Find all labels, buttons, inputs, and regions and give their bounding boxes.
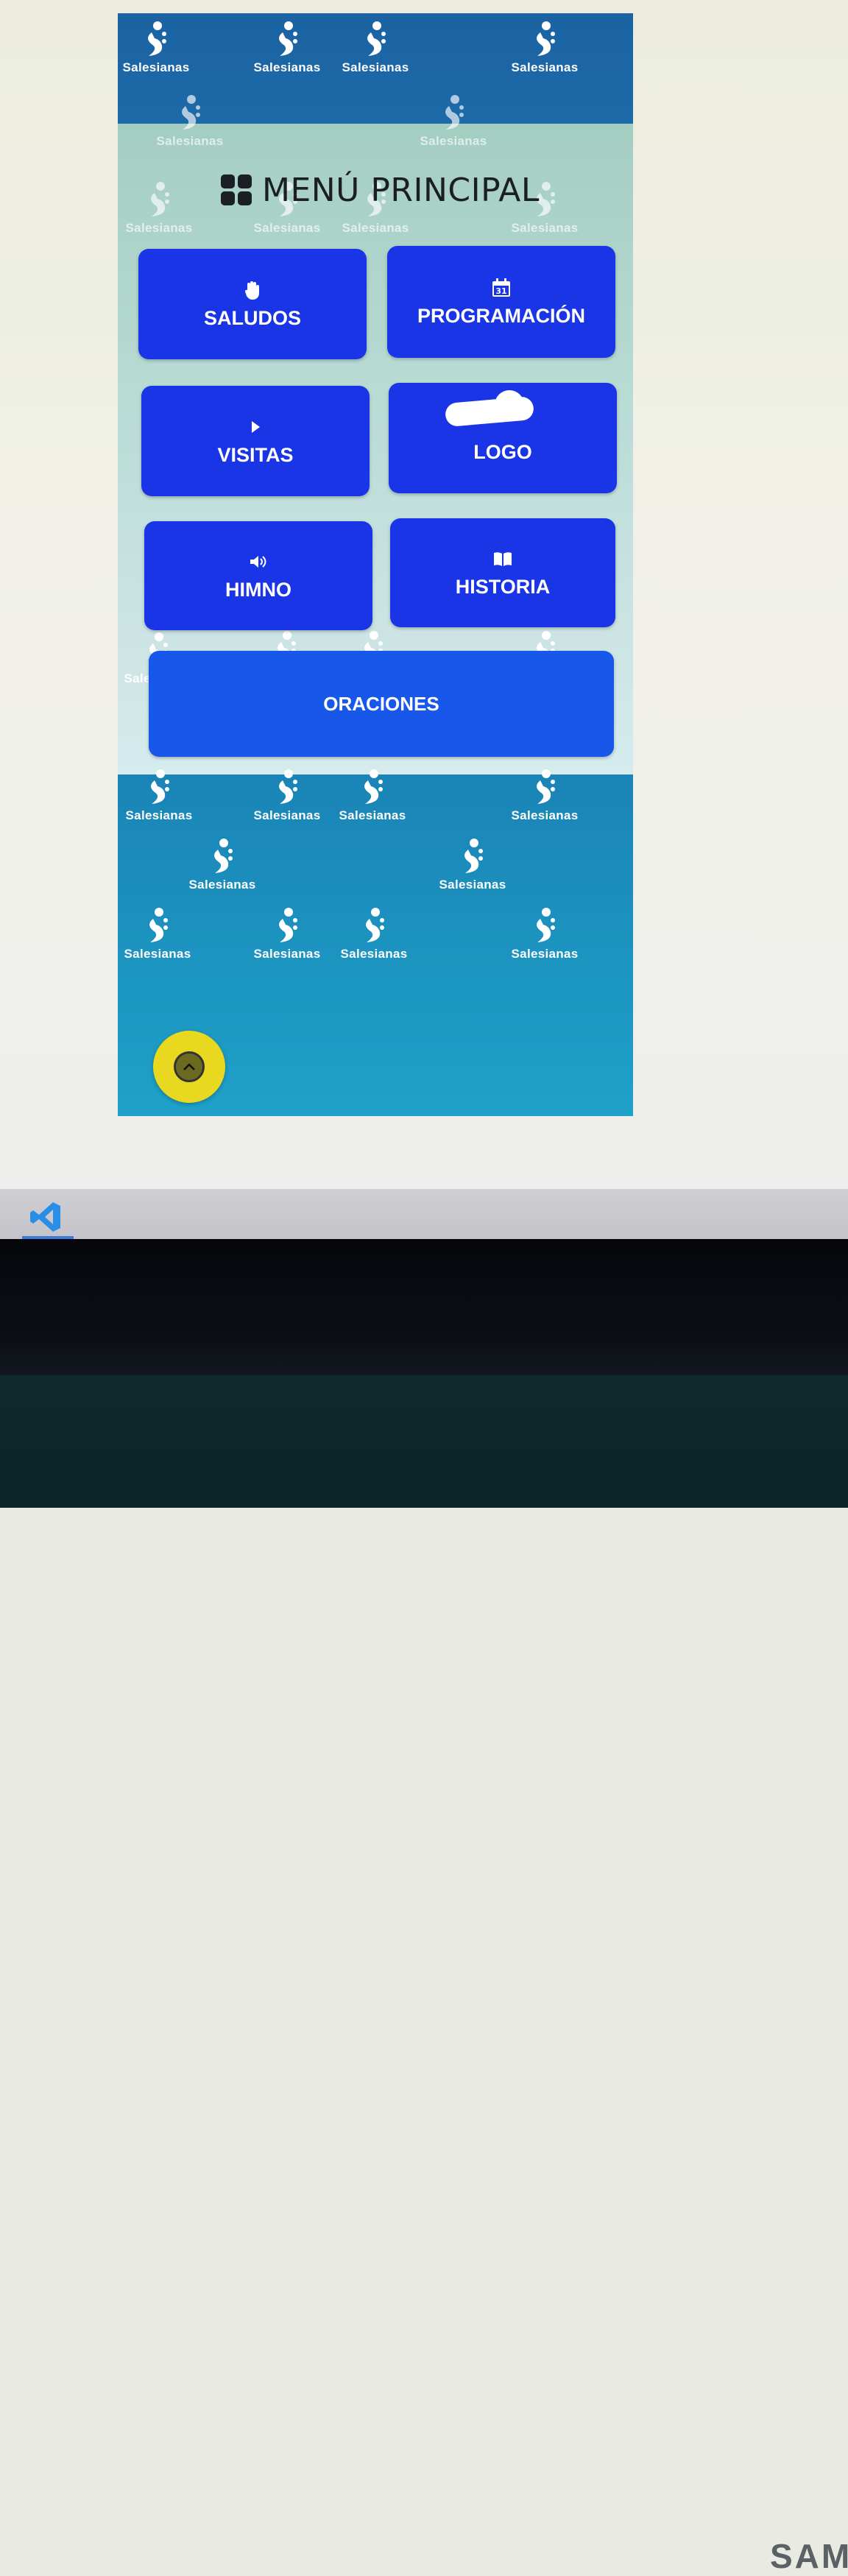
grid-icon	[221, 174, 252, 205]
book-icon	[492, 548, 513, 570]
oraciones-label: ORACIONES	[323, 692, 439, 715]
chevron-up-icon	[174, 1051, 205, 1082]
visitas-label: VISITAS	[217, 443, 294, 466]
hand-icon	[244, 279, 261, 301]
app-window: Salesianas Salesianas Salesianas Salesianas…	[118, 13, 633, 1116]
header-band	[118, 13, 633, 125]
himno-button[interactable]: HIMNO	[144, 521, 372, 630]
monitor-bezel: SAM	[0, 1239, 848, 2575]
play-icon	[250, 416, 261, 438]
taskbar	[0, 1189, 848, 1239]
oraciones-button[interactable]: ORACIONES	[149, 651, 614, 757]
saludos-label: SALUDOS	[203, 306, 301, 329]
screen-glare	[495, 390, 524, 420]
himno-label: HIMNO	[225, 578, 292, 601]
scroll-top-button[interactable]	[153, 1031, 225, 1103]
calendar-icon: 31	[491, 277, 512, 299]
historia-label: HISTORIA	[455, 575, 551, 598]
speaker-icon	[249, 551, 268, 573]
page-title-text: MENÚ PRINCIPAL	[262, 171, 540, 209]
visitas-button[interactable]: VISITAS	[141, 386, 370, 496]
saludos-button[interactable]: SALUDOS	[138, 249, 367, 359]
historia-button[interactable]: HISTORIA	[390, 518, 615, 627]
programacion-label: PROGRAMACIÓN	[417, 304, 585, 327]
monitor-screen: Salesianas Salesianas Salesianas Salesianas…	[0, 0, 848, 1189]
monitor-brand: SAM	[770, 2537, 848, 2575]
desk-background	[0, 1375, 848, 1508]
programacion-button[interactable]: 31 PROGRAMACIÓN	[387, 246, 615, 358]
page-title: MENÚ PRINCIPAL	[221, 168, 540, 212]
calendar-day: 31	[495, 286, 506, 296]
logo-label: LOGO	[473, 440, 532, 463]
vscode-icon[interactable]	[26, 1198, 65, 1236]
